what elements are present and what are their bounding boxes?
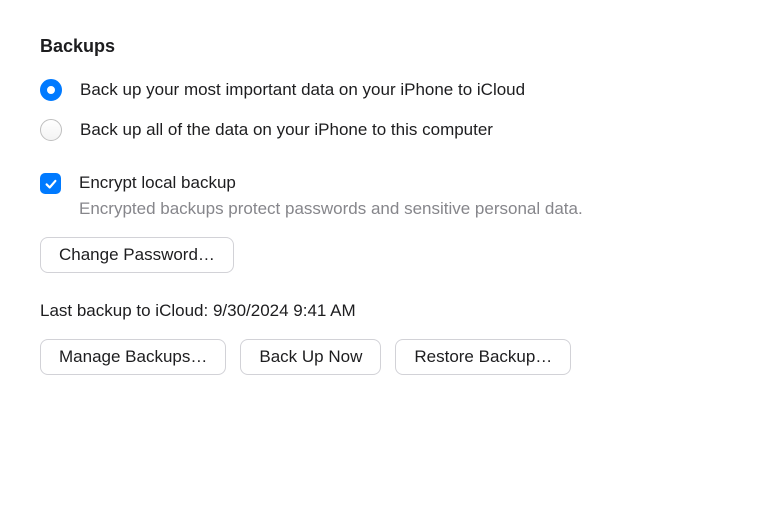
change-password-button[interactable]: Change Password… xyxy=(40,237,234,273)
backup-actions-row: Manage Backups… Back Up Now Restore Back… xyxy=(40,339,724,375)
encrypt-description: Encrypted backups protect passwords and … xyxy=(79,199,583,219)
manage-backups-button[interactable]: Manage Backups… xyxy=(40,339,226,375)
back-up-now-button[interactable]: Back Up Now xyxy=(240,339,381,375)
encrypt-label: Encrypt local backup xyxy=(79,173,583,193)
backup-to-computer-option[interactable]: Back up all of the data on your iPhone t… xyxy=(40,119,724,141)
encrypt-text-group: Encrypt local backup Encrypted backups p… xyxy=(79,173,583,219)
option-label-icloud: Back up your most important data on your… xyxy=(80,80,525,100)
change-password-row: Change Password… xyxy=(40,237,724,273)
last-backup-status: Last backup to iCloud: 9/30/2024 9:41 AM xyxy=(40,301,724,321)
option-label-computer: Back up all of the data on your iPhone t… xyxy=(80,120,493,140)
encrypt-group: Encrypt local backup Encrypted backups p… xyxy=(40,173,724,273)
radio-unselected-icon xyxy=(40,119,62,141)
checkbox-checked-icon xyxy=(40,173,61,194)
restore-backup-button[interactable]: Restore Backup… xyxy=(395,339,571,375)
backup-to-icloud-option[interactable]: Back up your most important data on your… xyxy=(40,79,724,101)
section-title: Backups xyxy=(40,36,724,57)
radio-selected-icon xyxy=(40,79,62,101)
encrypt-local-backup-checkbox[interactable]: Encrypt local backup Encrypted backups p… xyxy=(40,173,724,219)
